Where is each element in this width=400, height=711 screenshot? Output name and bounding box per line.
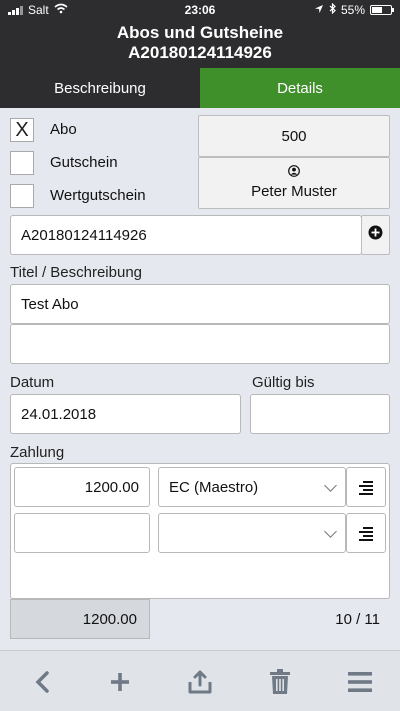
bluetooth-icon [329,2,336,17]
code-field[interactable]: A20180124114926 [10,215,362,255]
chevron-down-icon [324,479,337,492]
gueltig-label: Gültig bis [252,374,315,391]
trash-icon[interactable] [258,660,302,704]
chevron-down-icon [324,525,337,538]
amount-value: 500 [281,127,307,145]
payment-method-select-2[interactable] [158,513,346,553]
checkbox-wertgutschein[interactable] [10,184,34,208]
checkbox-wertgutschein-label: Wertgutschein [50,187,146,204]
payment-amount-1[interactable]: 1200.00 [14,467,150,507]
amount-button[interactable]: 500 [198,115,390,157]
payment-list-button-1[interactable] [346,467,386,507]
page-indicator: 10 / 11 [335,611,380,628]
menu-icon[interactable] [338,660,382,704]
datum-label: Datum [10,374,55,391]
payment-total: 1200.00 [10,599,150,639]
tab-details[interactable]: Details [200,68,400,108]
person-name: Peter Muster [251,183,337,200]
payment-method-1: EC (Maestro) [169,478,259,496]
datum-input[interactable]: 24.01.2018 [10,394,241,434]
list-icon [359,527,373,543]
list-icon [359,481,373,497]
location-icon [314,3,324,17]
person-button[interactable]: Peter Muster [198,157,390,209]
checkbox-gutschein[interactable] [10,151,34,175]
title-line-2: A20180124114926 [128,43,272,62]
title-input[interactable]: Test Abo [10,284,390,324]
share-icon[interactable] [178,660,222,704]
back-icon[interactable] [20,660,64,704]
description-input[interactable] [10,324,390,364]
battery-icon [370,5,394,15]
payment-amount-2[interactable] [14,513,150,553]
plus-circle-icon [368,225,383,245]
tab-beschreibung[interactable]: Beschreibung [0,68,200,108]
add-icon[interactable] [98,660,142,704]
payment-method-select-1[interactable]: EC (Maestro) [158,467,346,507]
checkbox-abo-label: Abo [50,121,77,138]
page-title: Abos und Gutsheine A20180124114926 [0,23,400,63]
person-icon [199,164,389,181]
payment-list-button-2[interactable] [346,513,386,553]
gueltig-input[interactable] [250,394,390,434]
title-label: Titel / Beschreibung [10,264,143,281]
add-code-button[interactable] [361,215,390,255]
status-right: 55% [314,2,394,17]
checkbox-gutschein-label: Gutschein [50,154,118,171]
checkbox-abo[interactable]: X [10,118,34,142]
payment-label: Zahlung [10,444,65,461]
battery-percent: 55% [340,3,365,17]
title-line-1: Abos und Gutsheine [116,23,284,42]
